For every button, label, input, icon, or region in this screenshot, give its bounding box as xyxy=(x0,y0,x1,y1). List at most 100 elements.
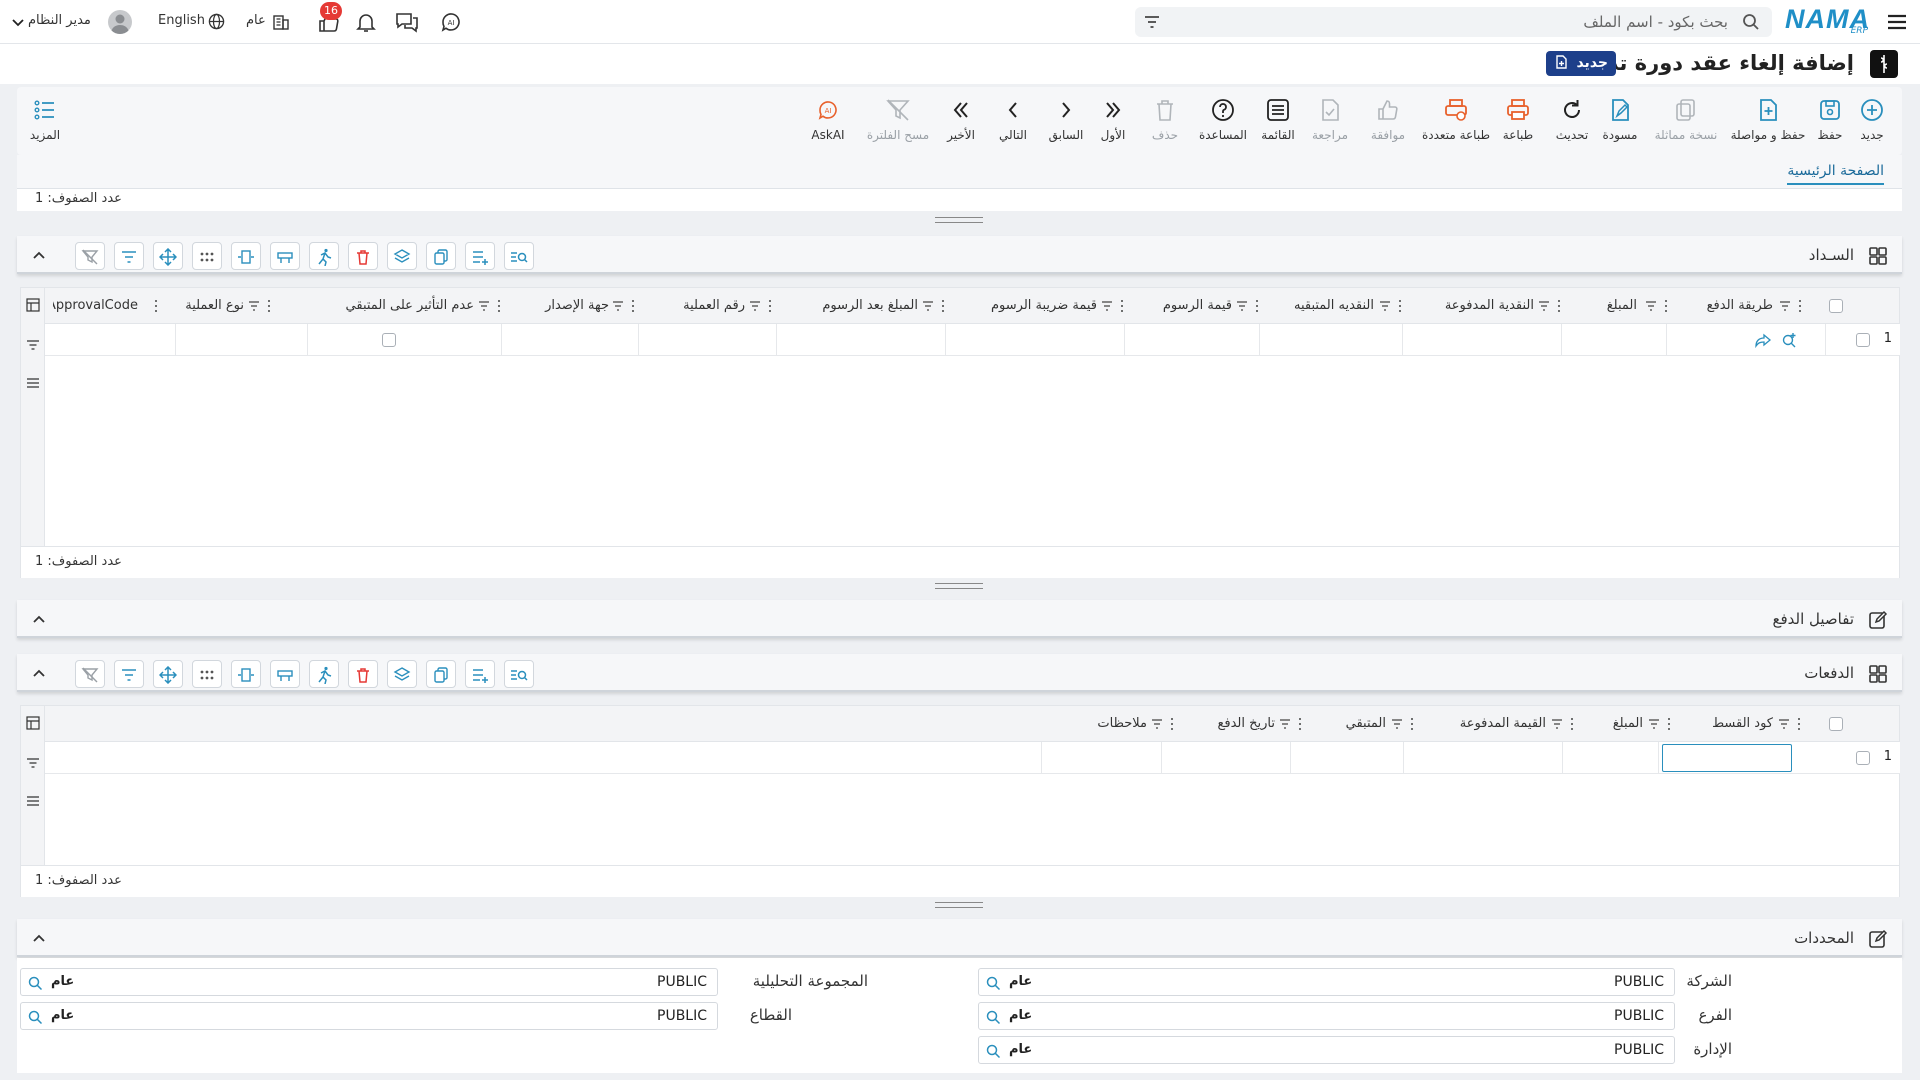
help-button[interactable]: المساعدة xyxy=(1196,97,1250,142)
delete-row-button[interactable] xyxy=(348,242,378,270)
draft-button[interactable]: مسودة xyxy=(1600,97,1640,142)
column-header[interactable]: ApprovalCode xyxy=(53,298,138,313)
column-header[interactable]: قيمة ضريبة الرسوم xyxy=(991,298,1097,313)
column-filter-icon[interactable] xyxy=(1550,716,1576,732)
column-filter-icon[interactable] xyxy=(1537,298,1563,314)
fit-grid-button[interactable] xyxy=(231,242,261,270)
column-header[interactable]: ملاحظات xyxy=(1097,716,1147,731)
chevron-up-icon[interactable] xyxy=(31,611,47,627)
columns-grid-button[interactable] xyxy=(192,660,222,688)
copy-row-button[interactable] xyxy=(426,242,456,270)
clear-filter-button[interactable]: مسح الفلترة xyxy=(866,97,930,142)
filter-grid-button[interactable] xyxy=(114,660,144,688)
column-filter-icon[interactable] xyxy=(748,298,774,314)
chevron-up-icon[interactable] xyxy=(31,665,47,681)
add-row-button[interactable] xyxy=(465,242,495,270)
column-header[interactable]: كود القسط xyxy=(1712,716,1773,731)
delete-button[interactable]: حذف xyxy=(1150,97,1180,142)
move-grid-button[interactable] xyxy=(153,660,183,688)
hamburger-menu-icon[interactable] xyxy=(1886,10,1908,34)
search-grid-button[interactable] xyxy=(504,660,534,688)
table-icon[interactable] xyxy=(26,716,40,730)
column-header[interactable]: رقم العملية xyxy=(683,298,745,313)
column-filter-icon[interactable] xyxy=(611,298,637,314)
department-field[interactable]: PUBLIC عام xyxy=(978,1036,1675,1064)
filter-icon[interactable] xyxy=(26,338,40,352)
select-all-checkbox[interactable] xyxy=(1829,717,1843,731)
copy-row-button[interactable] xyxy=(426,660,456,688)
search-input[interactable]: بحث بكود - اسم الملف xyxy=(1135,7,1772,37)
filter-grid-button[interactable] xyxy=(114,242,144,270)
clear-filter-grid-button[interactable] xyxy=(75,242,105,270)
move-grid-button[interactable] xyxy=(153,242,183,270)
column-header[interactable]: عدم التأثير على المتبقي xyxy=(346,298,474,313)
sector-field[interactable]: PUBLIC عام xyxy=(20,1002,718,1030)
column-header[interactable]: تاريخ الدفع xyxy=(1217,716,1275,731)
branch-switch[interactable]: عام xyxy=(246,10,294,34)
column-header[interactable]: قيمة الرسوم xyxy=(1163,298,1232,313)
column-filter-icon[interactable] xyxy=(1235,298,1261,314)
lookup-icon[interactable] xyxy=(985,975,1001,991)
columns-grid-button[interactable] xyxy=(192,242,222,270)
add-row-button[interactable] xyxy=(465,660,495,688)
column-filter-icon[interactable] xyxy=(1278,716,1304,732)
column-filter-icon[interactable] xyxy=(477,298,503,314)
column-filter-icon[interactable] xyxy=(1777,716,1803,732)
review-button[interactable]: مراجعة xyxy=(1310,97,1350,142)
branch-field[interactable]: PUBLIC عام xyxy=(978,1002,1675,1030)
table-row[interactable]: 1 xyxy=(45,324,1900,356)
column-header[interactable]: طريقة الدفع xyxy=(1707,298,1773,313)
column-filter-icon[interactable] xyxy=(1390,716,1416,732)
column-filter-icon[interactable] xyxy=(247,298,273,314)
splitter-handle[interactable] xyxy=(935,902,983,908)
list-button[interactable]: القائمة xyxy=(1258,97,1298,142)
chat-icon[interactable] xyxy=(396,10,420,34)
table-row[interactable]: 1 xyxy=(45,742,1900,774)
lookup-icon[interactable] xyxy=(27,975,43,991)
column-filter-icon[interactable] xyxy=(1378,298,1404,314)
layers-grid-button[interactable] xyxy=(387,660,417,688)
company-field[interactable]: PUBLIC عام xyxy=(978,968,1675,996)
clear-filter-grid-button[interactable] xyxy=(75,660,105,688)
multi-print-button[interactable]: طباعة متعددة xyxy=(1420,97,1492,142)
user-menu[interactable]: مدير النظام xyxy=(12,10,132,34)
search-add-icon[interactable] xyxy=(1781,332,1797,348)
row-checbox[interactable] xyxy=(1856,751,1870,765)
new-button[interactable]: جديد xyxy=(1850,97,1894,142)
previous-record-button[interactable]: السابق xyxy=(1048,97,1084,142)
delete-row-button[interactable] xyxy=(348,660,378,688)
column-filter-icon[interactable] xyxy=(1100,298,1126,314)
select-all-checkbox[interactable] xyxy=(1829,299,1843,313)
bell-icon[interactable] xyxy=(354,10,378,34)
lookup-icon[interactable] xyxy=(985,1043,1001,1059)
column-header[interactable]: المبلغ xyxy=(1613,716,1643,731)
freeze-grid-button[interactable] xyxy=(270,242,300,270)
menu-icon[interactable] xyxy=(26,376,40,390)
analytic-group-field[interactable]: PUBLIC عام xyxy=(20,968,718,996)
run-grid-button[interactable] xyxy=(309,242,339,270)
column-header[interactable]: جهة الإصدار xyxy=(545,298,609,313)
column-filter-icon[interactable] xyxy=(1644,298,1670,314)
lookup-icon[interactable] xyxy=(985,1009,1001,1025)
column-header[interactable]: النقديه المتبقيه xyxy=(1294,298,1374,313)
row-checkbox[interactable] xyxy=(1856,333,1870,347)
search-grid-button[interactable] xyxy=(504,242,534,270)
fit-grid-button[interactable] xyxy=(231,660,261,688)
splitter-handle[interactable] xyxy=(935,583,983,589)
filter-icon[interactable] xyxy=(26,756,40,770)
column-header[interactable]: المتبقي xyxy=(1346,716,1386,731)
column-header[interactable]: المبلغ xyxy=(1607,298,1637,313)
save-continue-button[interactable]: حفظ و مواصلة xyxy=(1728,97,1808,142)
layers-grid-button[interactable] xyxy=(387,242,417,270)
no-effect-checkbox[interactable] xyxy=(382,333,396,347)
freeze-grid-button[interactable] xyxy=(270,660,300,688)
column-header[interactable]: القيمة المدفوعة xyxy=(1460,716,1546,731)
column-menu-icon[interactable] xyxy=(151,298,161,314)
first-record-button[interactable]: الأول xyxy=(1098,97,1128,142)
column-filter-icon[interactable] xyxy=(1150,716,1176,732)
tab-main[interactable]: الصفحة الرئيسية xyxy=(1787,163,1884,185)
table-icon[interactable] xyxy=(26,298,40,312)
column-filter-icon[interactable] xyxy=(1647,716,1673,732)
share-icon[interactable] xyxy=(1755,332,1771,348)
column-header[interactable]: نوع العملية xyxy=(185,298,244,313)
